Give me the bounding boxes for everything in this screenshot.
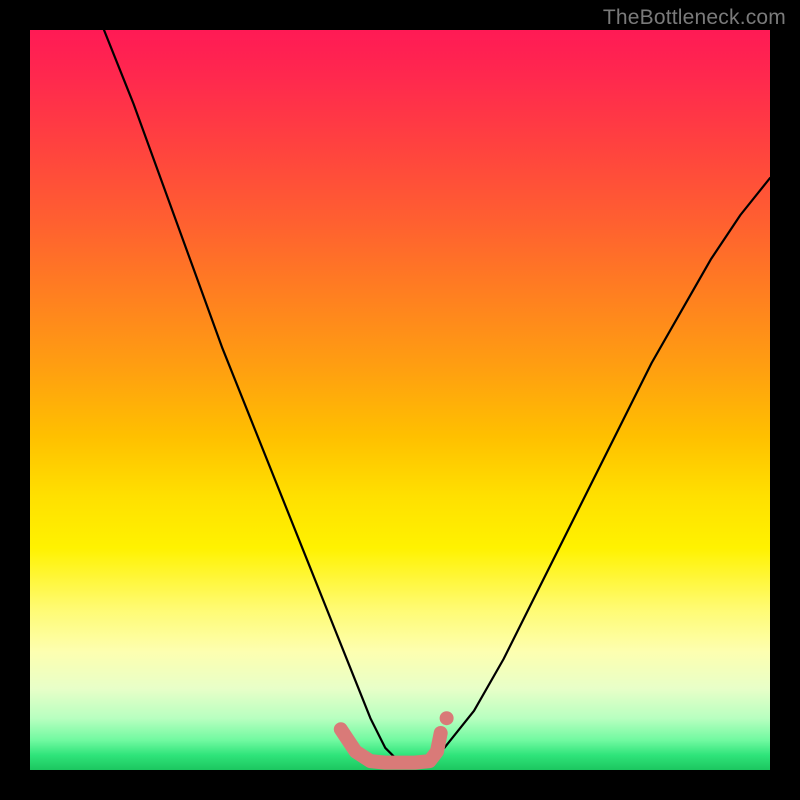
chart-svg (30, 30, 770, 770)
flat-bottom-marker-end-dot (440, 711, 454, 725)
bottleneck-curve (104, 30, 770, 763)
plot-area (30, 30, 770, 770)
flat-bottom-marker (341, 729, 441, 762)
watermark-text: TheBottleneck.com (603, 6, 786, 30)
chart-frame: TheBottleneck.com (0, 0, 800, 800)
